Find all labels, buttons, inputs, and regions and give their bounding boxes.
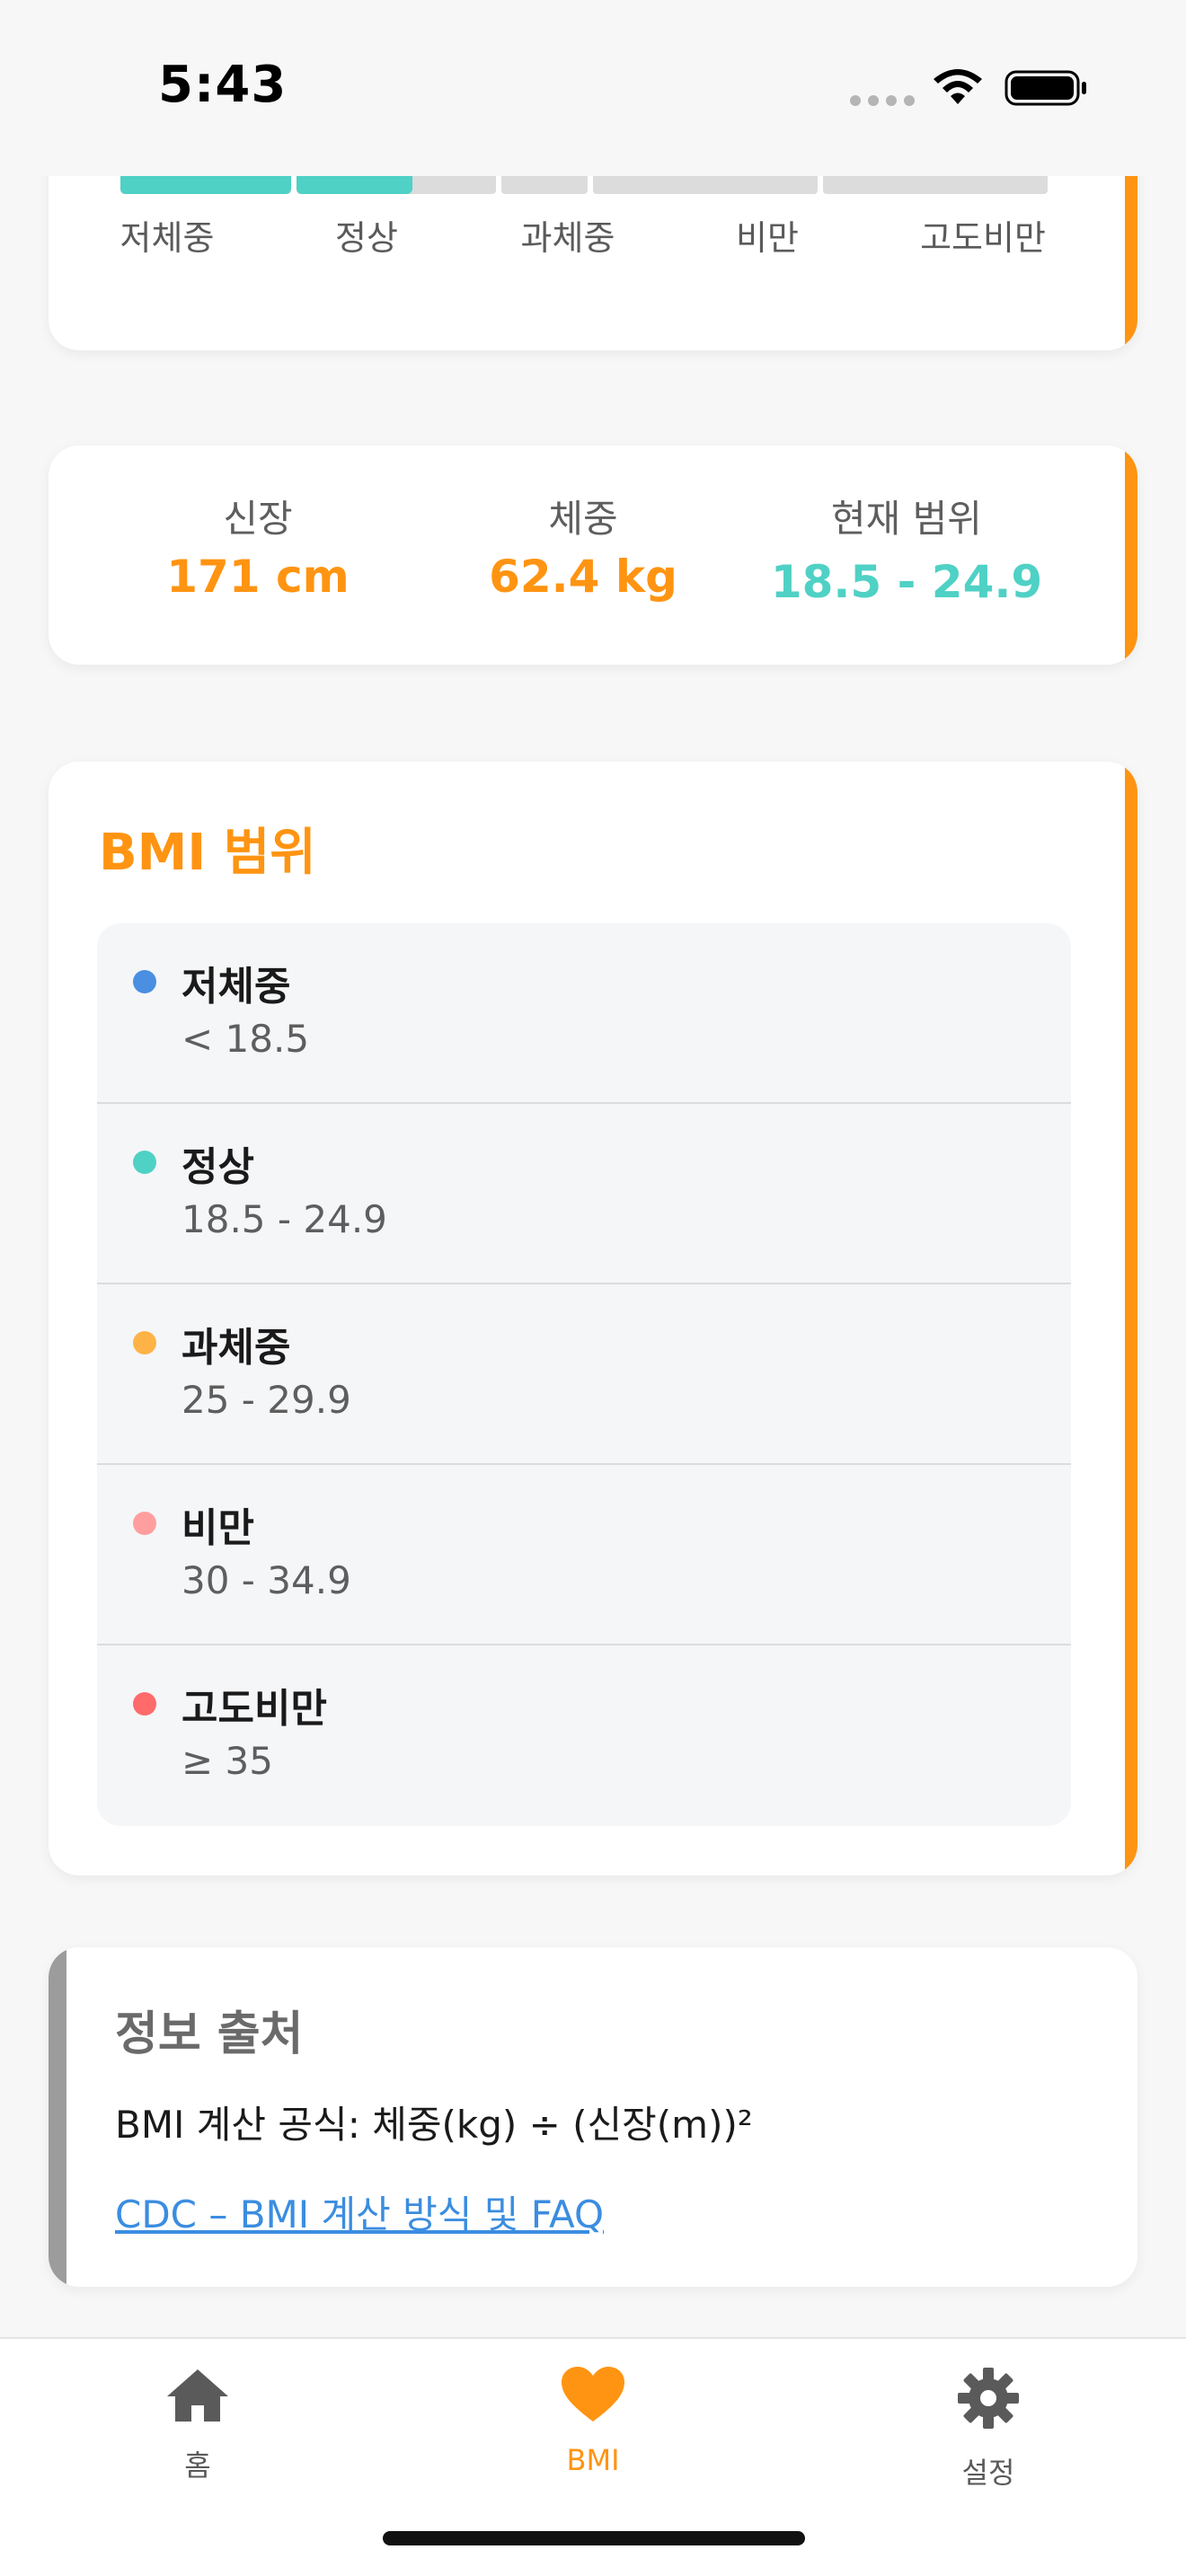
weight-stat: 체중 62.4 kg <box>421 489 745 603</box>
ranges-title: BMI 범위 <box>99 824 316 882</box>
range-dot <box>133 970 156 993</box>
range-dot <box>133 1512 156 1535</box>
info-title: 정보 출처 <box>115 2007 304 2061</box>
scale-segment-normal <box>296 176 496 194</box>
bmi-screen: 5:43 저체중 정상 과체중 비만 고도비만 신장 171 cm 체중 62.… <box>0 0 1186 2576</box>
range-value: ≥ 35 <box>181 1739 273 1783</box>
scale-segment-underweight <box>120 176 291 194</box>
status-time: 5:43 <box>158 56 288 114</box>
range-item-obese: 비만 30 - 34.9 <box>97 1465 1071 1645</box>
tab-settings[interactable]: 설정 <box>881 2366 1096 2492</box>
home-indicator[interactable] <box>383 2531 805 2545</box>
range-name: 과체중 <box>181 1325 291 1371</box>
cellular-signal-icon <box>850 95 915 106</box>
range-item-normal: 정상 18.5 - 24.9 <box>97 1104 1071 1284</box>
gear-icon <box>958 2368 1019 2429</box>
range-item-severe: 고도비만 ≥ 35 <box>97 1645 1071 1826</box>
range-name: 저체중 <box>181 964 291 1010</box>
weight-value: 62.4 kg <box>489 551 677 603</box>
range-item-overweight: 과체중 25 - 29.9 <box>97 1284 1071 1465</box>
scale-segment-obese <box>593 176 818 194</box>
weight-label: 체중 <box>548 497 618 541</box>
scale-label-severe: 고도비만 <box>920 218 1046 258</box>
card-accent <box>1125 446 1137 665</box>
scale-label-underweight: 저체중 <box>119 218 215 258</box>
current-range-stat: 현재 범위 18.5 - 24.9 <box>745 489 1068 608</box>
scale-label-overweight: 과체중 <box>520 218 615 258</box>
cdc-source-link[interactable]: CDC – BMI 계산 방식 및 FAQ <box>115 2184 604 2239</box>
info-source-card: 정보 출처 BMI 계산 공식: 체중(kg) ÷ (신장(m))² CDC –… <box>49 1947 1137 2287</box>
ranges-list: 저체중 < 18.5 정상 18.5 - 24.9 과체중 25 - 29.9 … <box>97 923 1071 1826</box>
tab-label: BMI <box>566 2443 620 2477</box>
scale-label-normal: 정상 <box>335 218 398 258</box>
range-value: < 18.5 <box>181 1017 310 1061</box>
range-name: 고도비만 <box>181 1686 327 1732</box>
range-dot <box>133 1692 156 1716</box>
range-dot <box>133 1151 156 1174</box>
range-dot <box>133 1331 156 1354</box>
height-label: 신장 <box>223 497 293 541</box>
card-accent <box>49 1947 66 2287</box>
battery-icon <box>1005 70 1086 106</box>
range-item-underweight: 저체중 < 18.5 <box>97 923 1071 1104</box>
scale-segment-overweight <box>501 176 588 194</box>
tab-bmi[interactable]: BMI <box>485 2366 701 2477</box>
tab-home[interactable]: 홈 <box>90 2366 305 2484</box>
bmi-formula: BMI 계산 공식: 체중(kg) ÷ (신장(m))² <box>115 2103 753 2147</box>
range-name: 정상 <box>181 1144 254 1190</box>
range-name: 비만 <box>181 1505 254 1551</box>
current-range-value: 18.5 - 24.9 <box>770 556 1043 608</box>
status-bar: 5:43 <box>0 0 1186 176</box>
range-value: 25 - 29.9 <box>181 1378 351 1422</box>
tab-label: 설정 <box>961 2456 1015 2490</box>
current-range-label: 현재 범위 <box>831 497 982 541</box>
heart-icon <box>562 2367 624 2422</box>
bmi-ranges-card: BMI 범위 저체중 < 18.5 정상 18.5 - 24.9 과체중 25 … <box>49 762 1137 1875</box>
range-value: 18.5 - 24.9 <box>181 1197 387 1241</box>
scale-segment-severe <box>823 176 1048 194</box>
height-stat: 신장 171 cm <box>96 489 420 603</box>
wifi-icon <box>934 69 982 104</box>
height-value: 171 cm <box>166 551 350 603</box>
home-icon <box>167 2369 228 2422</box>
tab-label: 홈 <box>184 2448 211 2483</box>
scale-label-obese: 비만 <box>736 218 799 258</box>
stats-card: 신장 171 cm 체중 62.4 kg 현재 범위 18.5 - 24.9 <box>49 446 1137 665</box>
range-value: 30 - 34.9 <box>181 1558 351 1602</box>
card-accent <box>1125 762 1137 1875</box>
